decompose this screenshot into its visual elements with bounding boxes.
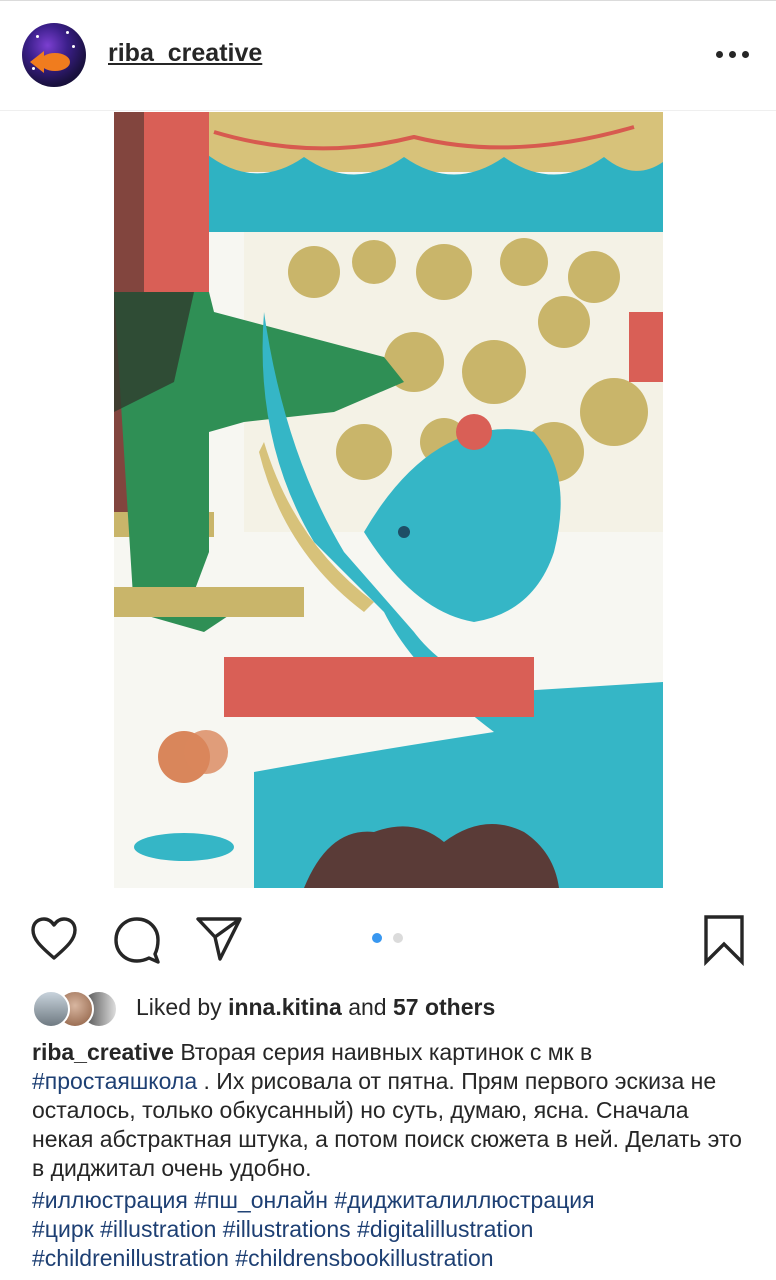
send-icon[interactable] <box>194 915 244 963</box>
hashtag[interactable]: #пш_онлайн <box>194 1187 328 1213</box>
post-image[interactable] <box>114 112 663 888</box>
hashtags: #иллюстрация #пш_онлайн #диджиталиллюстр… <box>32 1186 752 1273</box>
hashtag[interactable]: #illustrations <box>223 1216 351 1242</box>
heart-icon[interactable] <box>30 916 78 962</box>
likes-row[interactable]: Liked by inna.kitina and 57 others <box>32 988 752 1028</box>
liker-username[interactable]: inna.kitina <box>228 994 342 1020</box>
carousel-indicator <box>372 933 406 943</box>
carousel-dot-active <box>372 933 382 943</box>
more-options-icon[interactable] <box>716 51 750 59</box>
likes-text: Liked by inna.kitina and 57 others <box>136 994 496 1020</box>
avatar[interactable] <box>22 23 86 87</box>
caption-hashtag[interactable]: #простаяшкола <box>32 1068 197 1094</box>
hashtag[interactable]: #иллюстрация <box>32 1187 188 1213</box>
header-divider <box>0 110 776 111</box>
carousel-dot <box>393 933 403 943</box>
caption-text-1: Вторая серия наивных картинок с мк в <box>180 1039 593 1065</box>
hashtag[interactable]: #digitalillustration <box>357 1216 533 1242</box>
hashtag[interactable]: #цирк <box>32 1216 94 1242</box>
liker-avatar <box>32 990 70 1028</box>
hashtag[interactable]: #childrenillustration <box>32 1245 229 1271</box>
caption-username[interactable]: riba_creative <box>32 1039 174 1065</box>
post-header: riba_creative <box>0 1 776 109</box>
hashtag[interactable]: #диджиталиллюстрация <box>334 1187 594 1213</box>
bookmark-icon[interactable] <box>702 914 746 966</box>
hashtag[interactable]: #childrensbookillustration <box>235 1245 493 1271</box>
comment-icon[interactable] <box>112 915 162 965</box>
caption: riba_creative Вторая серия наивных карти… <box>32 1038 752 1183</box>
likes-others[interactable]: 57 others <box>393 994 495 1020</box>
post-username[interactable]: riba_creative <box>108 39 262 68</box>
hashtag[interactable]: #illustration <box>100 1216 216 1242</box>
liker-avatars <box>32 990 124 1028</box>
